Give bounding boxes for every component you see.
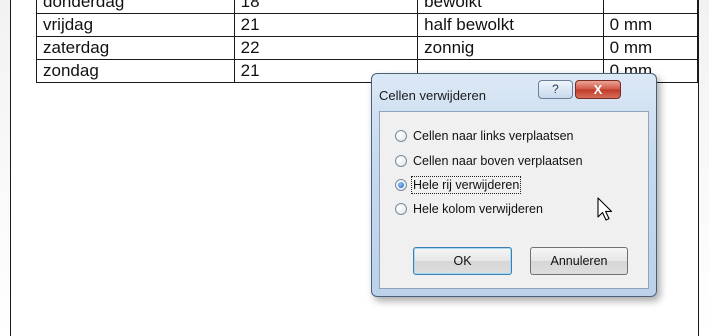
table-cell[interactable]: 18 — [233, 0, 419, 14]
table-cell[interactable]: zondag — [36, 59, 235, 83]
table-cell[interactable]: half bewolkt — [417, 13, 604, 37]
close-button[interactable]: X — [575, 80, 621, 99]
radio-icon[interactable] — [395, 130, 407, 142]
table-cell[interactable]: zonnig — [417, 36, 604, 60]
radio-icon[interactable] — [395, 203, 407, 215]
option-label: Hele rij verwijderen — [410, 176, 522, 194]
table-cell[interactable]: zaterdag — [36, 36, 235, 60]
dialog-titlebar[interactable]: Cellen verwijderen ? X — [372, 74, 656, 112]
table-cell[interactable]: 21 — [233, 13, 419, 37]
option-label: Hele kolom verwijderen — [413, 202, 543, 216]
mouse-pointer-icon — [597, 197, 613, 221]
option-delete-column[interactable]: Hele kolom verwijderen — [395, 200, 543, 218]
table-row: vrijdag 21 half bewolkt 0 mm — [36, 13, 699, 37]
help-button[interactable]: ? — [538, 80, 573, 99]
table-cell[interactable]: bewolkt — [417, 0, 604, 14]
ok-button[interactable]: OK — [413, 247, 512, 275]
radio-icon[interactable] — [395, 155, 407, 167]
option-label: Cellen naar links verplaatsen — [413, 129, 574, 143]
table-row: zaterdag 22 zonnig 0 mm — [36, 36, 699, 60]
table-cell[interactable]: vrijdag — [36, 13, 235, 37]
table-cell[interactable]: 22 — [233, 36, 419, 60]
radio-checked-icon[interactable] — [395, 179, 407, 191]
option-label: Cellen naar boven verplaatsen — [413, 154, 583, 168]
cancel-button[interactable]: Annuleren — [530, 247, 628, 275]
table-cell[interactable]: donderdag — [36, 0, 235, 14]
dialog-title: Cellen verwijderen — [379, 88, 486, 103]
table-cell[interactable]: 0 mm — [602, 36, 699, 60]
option-delete-row[interactable]: Hele rij verwijderen — [395, 176, 522, 194]
table-cell[interactable]: 0 mm — [602, 13, 699, 37]
option-shift-left[interactable]: Cellen naar links verplaatsen — [395, 127, 574, 145]
option-shift-up[interactable]: Cellen naar boven verplaatsen — [395, 152, 583, 170]
weather-table: donderdag 18 bewolkt vrijdag 21 half bew… — [36, 0, 699, 83]
table-cell[interactable] — [602, 0, 699, 14]
delete-cells-dialog: Cellen verwijderen ? X Cellen naar links… — [371, 73, 657, 297]
table-row: donderdag 18 bewolkt — [36, 0, 699, 14]
